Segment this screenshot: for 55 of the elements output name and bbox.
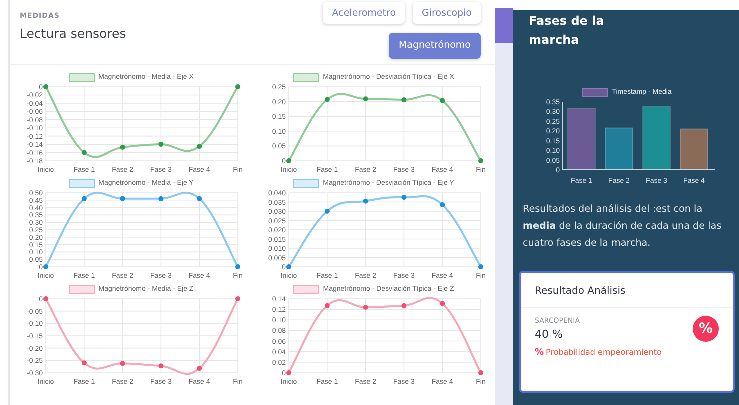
data-point bbox=[82, 196, 88, 202]
legend-swatch bbox=[68, 284, 95, 294]
sensor-tab[interactable]: Acelerometro bbox=[323, 2, 406, 24]
data-point bbox=[286, 370, 292, 376]
data-point bbox=[44, 264, 49, 270]
data-point bbox=[197, 196, 202, 202]
data-point bbox=[363, 198, 368, 204]
data-point bbox=[120, 196, 126, 202]
data-point bbox=[401, 98, 406, 103]
data-point bbox=[363, 304, 368, 310]
data-point bbox=[44, 296, 49, 302]
data-point bbox=[82, 150, 88, 156]
data-point bbox=[440, 301, 445, 306]
data-point bbox=[197, 366, 202, 372]
sensor-tab[interactable]: Giroscopio bbox=[413, 2, 481, 24]
panel-title: Fases de la marcha bbox=[528, 13, 606, 50]
data-point bbox=[324, 97, 330, 102]
sensor-tab[interactable]: Magnetrónomo bbox=[388, 32, 481, 58]
data-point bbox=[158, 364, 164, 369]
data-point bbox=[401, 195, 406, 200]
legend-swatch bbox=[293, 284, 320, 294]
data-point bbox=[440, 98, 445, 104]
card-title: Lectura sensores bbox=[20, 26, 126, 41]
result-title: Resultado Análisis bbox=[521, 272, 733, 308]
data-point bbox=[324, 303, 330, 308]
data-point bbox=[82, 360, 88, 366]
description-text: Resultados del análisis del :est con la media de la duración de cada una de las cuatro fases de la marcha. bbox=[523, 203, 723, 251]
data-point bbox=[324, 209, 330, 214]
data-point bbox=[286, 158, 292, 164]
data-point bbox=[478, 370, 484, 376]
data-point bbox=[286, 264, 292, 270]
data-point bbox=[363, 96, 368, 102]
legend-swatch bbox=[582, 88, 608, 97]
data-point bbox=[236, 84, 241, 90]
data-point bbox=[120, 361, 126, 366]
data-point bbox=[44, 84, 49, 90]
trend-text: Probabilidad empeoramiento bbox=[546, 348, 662, 358]
metric-value: 40 % bbox=[535, 328, 564, 341]
data-point bbox=[197, 144, 202, 150]
percent-icon: % bbox=[693, 316, 719, 342]
data-point bbox=[158, 196, 164, 202]
data-point bbox=[401, 303, 406, 308]
data-point bbox=[236, 296, 241, 302]
scrollbar-thumb[interactable] bbox=[495, 8, 513, 43]
data-point bbox=[158, 142, 164, 148]
data-point bbox=[236, 264, 241, 270]
percent-icon: % bbox=[535, 348, 544, 358]
legend-swatch bbox=[293, 178, 320, 188]
data-point bbox=[120, 144, 126, 150]
legend-swatch bbox=[68, 72, 95, 82]
data-point bbox=[478, 264, 484, 270]
data-point bbox=[478, 158, 484, 164]
data-point bbox=[440, 202, 445, 208]
legend-swatch bbox=[68, 178, 95, 188]
legend-swatch bbox=[293, 72, 320, 82]
